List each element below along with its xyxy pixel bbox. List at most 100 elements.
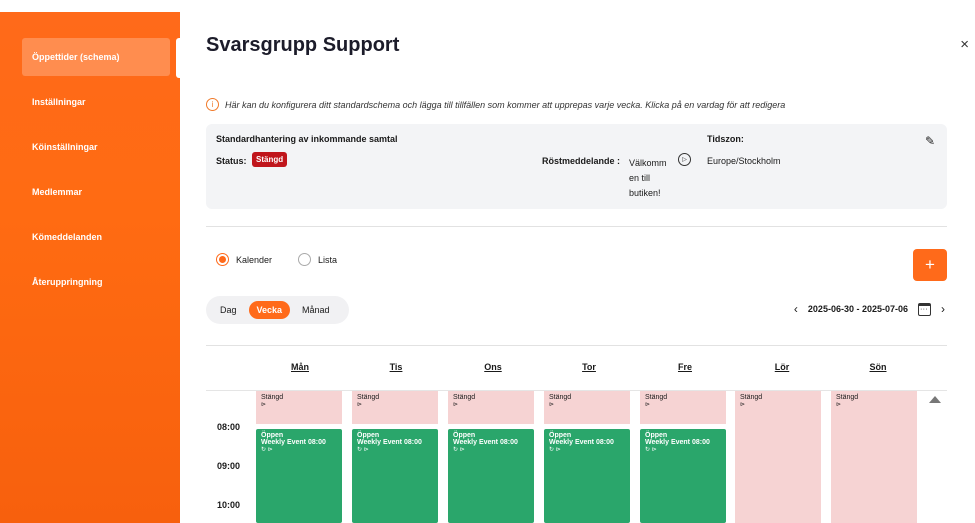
closed-event[interactable]: Stängd ⊳ [831, 391, 917, 523]
add-button[interactable]: + [913, 249, 947, 281]
day-header-mon[interactable]: Mån [252, 362, 348, 372]
sidebar-item-settings[interactable]: Inställningar [22, 83, 170, 121]
open-event[interactable]: Öppen Weekly Event 08:00 ↻ ⊳ [448, 429, 534, 523]
pencil-icon[interactable]: ✎ [925, 134, 935, 148]
closed-event[interactable]: Stängd ⊳ [448, 391, 534, 424]
chevron-right-icon[interactable]: › [941, 302, 945, 316]
day-header-sun[interactable]: Sön [830, 362, 926, 372]
sidebar-item-opening-hours[interactable]: Öppettider (schema) [22, 38, 170, 76]
event-label: Stängd [453, 394, 476, 401]
tab-day[interactable]: Dag [212, 301, 245, 319]
day-header-sat[interactable]: Lör [734, 362, 830, 372]
event-title: Weekly Event 08:00 [261, 439, 326, 446]
event-title: Weekly Event 08:00 [549, 439, 614, 446]
day-header-tue[interactable]: Tis [348, 362, 444, 372]
tab-month[interactable]: Månad [294, 301, 338, 319]
day-header-thu[interactable]: Tor [541, 362, 637, 372]
sidebar-item-label: Medlemmar [32, 187, 83, 197]
radio-unselected-icon [298, 253, 311, 266]
info-banner: i Här kan du konfigurera ditt standardsc… [206, 98, 785, 111]
day-header-wed[interactable]: Ons [445, 362, 541, 372]
event-title: Weekly Event 08:00 [453, 439, 518, 446]
sidebar-item-label: Återuppringning [32, 277, 103, 287]
repeat-icon: ↻ ⊳ [357, 447, 369, 453]
day-column-tue[interactable]: Stängd ⊳ Öppen Weekly Event 08:00 ↻ ⊳ [352, 391, 438, 523]
play-icon: ⊳ [261, 402, 267, 408]
repeat-icon: ↻ ⊳ [645, 447, 657, 453]
event-label: Öppen [645, 432, 668, 439]
divider [206, 226, 947, 227]
event-label: Öppen [261, 432, 284, 439]
sidebar-item-label: Kömeddelanden [32, 232, 103, 242]
sidebar-item-label: Köinställningar [32, 142, 98, 152]
closed-event[interactable]: Stängd ⊳ [640, 391, 726, 424]
info-icon: i [206, 98, 219, 111]
radio-list[interactable]: Lista [298, 253, 337, 266]
default-handling-card: Standardhantering av inkommande samtal S… [206, 124, 947, 209]
sidebar-item-callback[interactable]: Återuppringning [22, 263, 170, 301]
event-title: Weekly Event 08:00 [357, 439, 422, 446]
open-event[interactable]: Öppen Weekly Event 08:00 ↻ ⊳ [256, 429, 342, 523]
date-range: 2025-06-30 - 2025-07-06 [807, 304, 908, 314]
day-column-wed[interactable]: Stängd ⊳ Öppen Weekly Event 08:00 ↻ ⊳ [448, 391, 534, 523]
day-header-fri[interactable]: Fre [637, 362, 733, 372]
event-label: Stängd [549, 394, 572, 401]
calendar-icon[interactable]: ··· [918, 302, 931, 316]
divider [206, 345, 947, 346]
event-label: Stängd [645, 394, 668, 401]
play-icon: ⊳ [645, 402, 651, 408]
timezone-value: Europe/Stockholm [707, 156, 781, 166]
date-navigator: ‹ 2025-06-30 - 2025-07-06 ··· › [794, 302, 945, 316]
play-icon: ⊳ [836, 402, 842, 408]
open-event[interactable]: Öppen Weekly Event 08:00 ↻ ⊳ [544, 429, 630, 523]
event-label: Öppen [357, 432, 380, 439]
play-icon: ⊳ [453, 402, 459, 408]
radio-calendar[interactable]: Kalender [216, 253, 272, 266]
closed-event[interactable]: Stängd ⊳ [256, 391, 342, 424]
sidebar-item-queue-messages[interactable]: Kömeddelanden [22, 218, 170, 256]
radio-list-label: Lista [318, 254, 338, 265]
event-label: Stängd [740, 394, 763, 401]
repeat-icon: ↻ ⊳ [453, 447, 465, 453]
sidebar-item-label: Inställningar [32, 97, 86, 107]
period-toggle: Dag Vecka Månad [206, 296, 349, 324]
sidebar: Öppettider (schema) Inställningar Köinst… [0, 12, 180, 523]
closed-event[interactable]: Stängd ⊳ [544, 391, 630, 424]
close-icon[interactable]: × [960, 36, 969, 53]
play-icon: ⊳ [357, 402, 363, 408]
chevron-left-icon[interactable]: ‹ [794, 302, 798, 316]
closed-event[interactable]: Stängd ⊳ [735, 391, 821, 523]
event-label: Stängd [357, 394, 380, 401]
event-label: Öppen [453, 432, 476, 439]
play-icon[interactable]: ▷ [678, 153, 691, 166]
play-icon: ⊳ [740, 402, 746, 408]
open-event[interactable]: Öppen Weekly Event 08:00 ↻ ⊳ [640, 429, 726, 523]
tab-week[interactable]: Vecka [248, 301, 291, 319]
sidebar-item-queue-settings[interactable]: Köinställningar [22, 128, 170, 166]
closed-event[interactable]: Stängd ⊳ [352, 391, 438, 424]
time-label: 10:00 [217, 500, 241, 510]
status-label: Status: [216, 156, 247, 166]
day-column-sun[interactable]: Stängd ⊳ [831, 391, 917, 523]
play-icon: ⊳ [549, 402, 555, 408]
radio-selected-icon [216, 253, 229, 266]
day-column-fri[interactable]: Stängd ⊳ Öppen Weekly Event 08:00 ↻ ⊳ [640, 391, 726, 523]
info-text: Här kan du konfigurera ditt standardsche… [225, 99, 786, 110]
event-label: Öppen [549, 432, 572, 439]
time-label: 09:00 [217, 461, 241, 471]
sidebar-item-label: Öppettider (schema) [32, 52, 120, 62]
repeat-icon: ↻ ⊳ [549, 447, 561, 453]
card-heading: Standardhantering av inkommande samtal [216, 134, 398, 144]
event-label: Stängd [836, 394, 859, 401]
time-label: 08:00 [217, 422, 241, 432]
sidebar-item-members[interactable]: Medlemmar [22, 173, 170, 211]
status-badge: Stängd [252, 152, 288, 167]
main-panel: Svarsgrupp Support × i Här kan du konfig… [182, 0, 975, 523]
day-column-thu[interactable]: Stängd ⊳ Öppen Weekly Event 08:00 ↻ ⊳ [544, 391, 630, 523]
open-event[interactable]: Öppen Weekly Event 08:00 ↻ ⊳ [352, 429, 438, 523]
repeat-icon: ↻ ⊳ [261, 447, 273, 453]
radio-calendar-label: Kalender [236, 254, 273, 265]
day-column-sat[interactable]: Stängd ⊳ [735, 391, 821, 523]
day-column-mon[interactable]: Stängd ⊳ Öppen Weekly Event 08:00 ↻ ⊳ [256, 391, 342, 523]
scroll-up-icon[interactable] [929, 396, 941, 403]
